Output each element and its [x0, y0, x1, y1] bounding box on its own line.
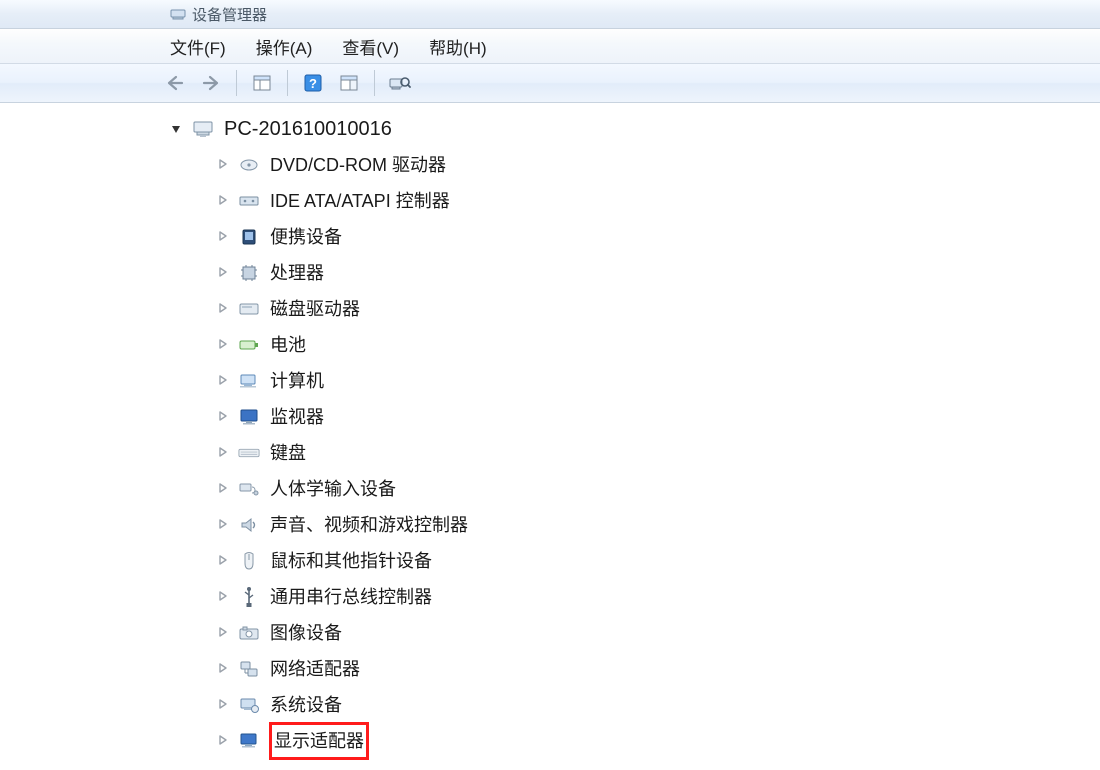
- optical-drive-icon: [238, 154, 260, 176]
- tree-item-label: 通用串行总线控制器: [270, 579, 432, 615]
- tree-item[interactable]: 图像设备: [170, 615, 1100, 651]
- tree-item-label: 系统设备: [270, 687, 342, 723]
- computer-category-icon: [238, 370, 260, 392]
- disk-drive-icon: [238, 298, 260, 320]
- tree-item-label: 磁盘驱动器: [270, 291, 360, 327]
- expand-arrow-icon[interactable]: [218, 627, 230, 639]
- tree-item-label: 处理器: [270, 255, 324, 291]
- toolbar-separator: [374, 70, 375, 96]
- tree-item[interactable]: DVD/CD-ROM 驱动器: [170, 147, 1100, 183]
- expand-arrow-icon[interactable]: [218, 519, 230, 531]
- menu-file[interactable]: 文件(F): [170, 34, 226, 59]
- tree-item-label: 显示适配器: [270, 723, 368, 759]
- expand-arrow-icon[interactable]: [218, 735, 230, 747]
- detail-pane-icon: [339, 74, 359, 92]
- menu-view[interactable]: 查看(V): [342, 34, 399, 59]
- menu-action[interactable]: 操作(A): [256, 34, 313, 59]
- toolbar: ?: [0, 64, 1100, 103]
- expand-arrow-icon[interactable]: [218, 483, 230, 495]
- tree-item[interactable]: 声音、视频和游戏控制器: [170, 507, 1100, 543]
- title-bar: 设备管理器: [0, 0, 1100, 29]
- tree-item-label: 人体学输入设备: [270, 471, 396, 507]
- tree-item-label: 图像设备: [270, 615, 342, 651]
- tree-item[interactable]: 系统设备: [170, 687, 1100, 723]
- tree-item-label: 网络适配器: [270, 651, 360, 687]
- portable-device-icon: [238, 226, 260, 248]
- scan-hardware-button[interactable]: [385, 68, 415, 98]
- expand-arrow-icon[interactable]: [218, 555, 230, 567]
- expand-arrow-icon[interactable]: [218, 195, 230, 207]
- tree-item-label: IDE ATA/ATAPI 控制器: [270, 183, 450, 219]
- expand-arrow-icon[interactable]: [218, 447, 230, 459]
- window-title: 设备管理器: [192, 4, 267, 25]
- menu-bar: 文件(F) 操作(A) 查看(V) 帮助(H): [0, 29, 1100, 64]
- expand-arrow-icon[interactable]: [218, 375, 230, 387]
- detail-pane-button[interactable]: [334, 68, 364, 98]
- processor-icon: [238, 262, 260, 284]
- tree-item[interactable]: 处理器: [170, 255, 1100, 291]
- hid-icon: [238, 478, 260, 500]
- tree-item[interactable]: 网络适配器: [170, 651, 1100, 687]
- tree-root-label: PC-201610010016: [224, 111, 392, 147]
- expand-arrow-icon[interactable]: [218, 339, 230, 351]
- back-arrow-icon: [165, 74, 185, 92]
- expand-arrow-icon[interactable]: [218, 303, 230, 315]
- svg-text:?: ?: [309, 76, 317, 91]
- help-button[interactable]: ?: [298, 68, 328, 98]
- ide-controller-icon: [238, 190, 260, 212]
- expand-arrow-icon[interactable]: [218, 591, 230, 603]
- tree-item[interactable]: 通用串行总线控制器: [170, 579, 1100, 615]
- toolbar-separator: [236, 70, 237, 96]
- tree-item-label: 监视器: [270, 399, 324, 435]
- forward-button[interactable]: [196, 68, 226, 98]
- app-icon: [170, 6, 186, 22]
- properties-button[interactable]: [247, 68, 277, 98]
- tree-item-label: 声音、视频和游戏控制器: [270, 507, 468, 543]
- expand-arrow-icon[interactable]: [218, 267, 230, 279]
- collapse-arrow-icon[interactable]: [170, 123, 182, 135]
- tree-item-label: 电池: [270, 327, 306, 363]
- network-icon: [238, 658, 260, 680]
- toolbar-separator: [287, 70, 288, 96]
- expand-arrow-icon[interactable]: [218, 411, 230, 423]
- tree-item[interactable]: 监视器: [170, 399, 1100, 435]
- tree-item[interactable]: 人体学输入设备: [170, 471, 1100, 507]
- battery-icon: [238, 334, 260, 356]
- usb-icon: [238, 586, 260, 608]
- menu-help[interactable]: 帮助(H): [429, 34, 487, 59]
- expand-arrow-icon[interactable]: [218, 159, 230, 171]
- keyboard-icon: [238, 442, 260, 464]
- tree-item-label: 计算机: [270, 363, 324, 399]
- help-icon: ?: [303, 73, 323, 93]
- system-device-icon: [238, 694, 260, 716]
- expand-arrow-icon[interactable]: [218, 231, 230, 243]
- tree-item[interactable]: IDE ATA/ATAPI 控制器: [170, 183, 1100, 219]
- back-button[interactable]: [160, 68, 190, 98]
- display-adapter-icon: [238, 730, 260, 752]
- forward-arrow-icon: [201, 74, 221, 92]
- expand-arrow-icon[interactable]: [218, 699, 230, 711]
- tree-item[interactable]: 键盘: [170, 435, 1100, 471]
- sound-icon: [238, 514, 260, 536]
- imaging-icon: [238, 622, 260, 644]
- expand-arrow-icon[interactable]: [218, 663, 230, 675]
- tree-item[interactable]: 磁盘驱动器: [170, 291, 1100, 327]
- tree-item[interactable]: 鼠标和其他指针设备: [170, 543, 1100, 579]
- tree-item-label: 鼠标和其他指针设备: [270, 543, 432, 579]
- computer-icon: [192, 118, 214, 140]
- monitor-icon: [238, 406, 260, 428]
- tree-item-label: DVD/CD-ROM 驱动器: [270, 147, 446, 183]
- tree-item[interactable]: 显示适配器: [170, 723, 1100, 759]
- tree-item[interactable]: 电池: [170, 327, 1100, 363]
- scan-hardware-icon: [389, 74, 411, 92]
- tree-item-label: 便携设备: [270, 219, 342, 255]
- device-tree[interactable]: PC-201610010016 DVD/CD-ROM 驱动器 IDE ATA/A…: [0, 103, 1100, 759]
- mouse-icon: [238, 550, 260, 572]
- tree-item-label: 键盘: [270, 435, 306, 471]
- tree-item[interactable]: 便携设备: [170, 219, 1100, 255]
- device-manager-window: 设备管理器 文件(F) 操作(A) 查看(V) 帮助(H) ?: [0, 0, 1100, 770]
- properties-pane-icon: [252, 74, 272, 92]
- tree-root[interactable]: PC-201610010016: [170, 111, 1100, 147]
- tree-item[interactable]: 计算机: [170, 363, 1100, 399]
